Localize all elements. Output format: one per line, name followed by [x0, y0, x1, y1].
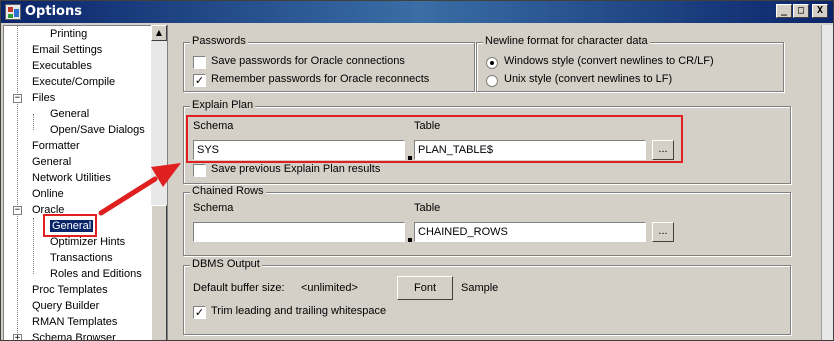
options-window: Options _ □ X Printing Email Settings Ex…: [0, 0, 834, 341]
annotation-arrow: [98, 163, 181, 216]
annotation-arrow-head: [151, 163, 181, 187]
annotation-arrow-shaft: [98, 176, 158, 216]
